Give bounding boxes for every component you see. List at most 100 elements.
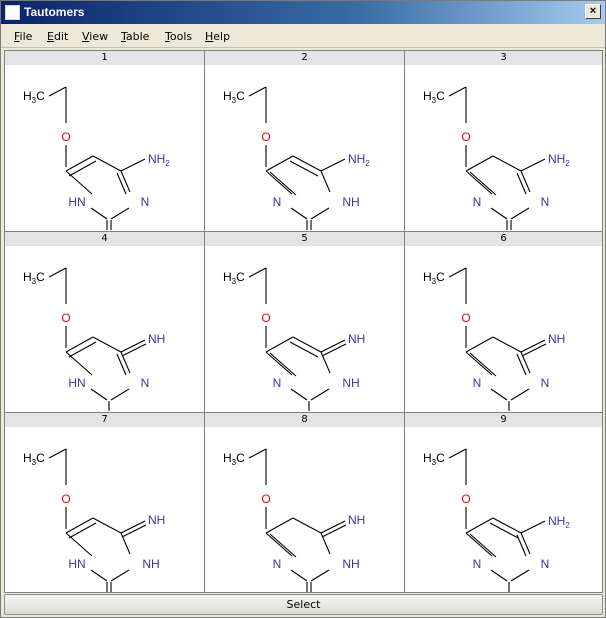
bond-c5-c4 [292, 155, 322, 172]
bond-n1-c6-second [269, 171, 297, 196]
methyl-label: H3C [23, 89, 45, 105]
ring-nitrogen-left: N [473, 376, 482, 390]
amine-label: NH2 [548, 152, 570, 168]
bond-n1-c6-second [269, 352, 297, 377]
bond-n1-c6 [65, 532, 93, 557]
tautomer-cell[interactable]: 6H3CONNNHOH [405, 232, 602, 413]
bond-n1-c6 [65, 170, 93, 195]
bond-c5-c4 [92, 336, 122, 353]
bond-c6-c5 [65, 155, 94, 172]
bond-c2-n1 [290, 207, 308, 220]
methyl-label: H3C [423, 451, 445, 467]
tautomer-cell[interactable]: 5H3CONNHNHOH [205, 232, 405, 413]
bond-c2-n1 [490, 388, 508, 401]
ring-nitrogen-left: N [473, 557, 482, 571]
select-button[interactable]: Select [4, 594, 603, 615]
menu-label-rest: iew [89, 30, 109, 43]
tautomer-structure: H3COHNNNH2O [23, 86, 170, 230]
bond-c6-c5-second [68, 341, 97, 358]
bond-n3-c2 [510, 207, 530, 220]
bond-c4-n3-second [116, 353, 127, 376]
tautomer-structure: H3CONNNHOH [423, 267, 565, 411]
bond-n3-c2 [310, 207, 330, 220]
app-icon [5, 5, 20, 20]
menu-label-rest: ile [19, 30, 33, 43]
ether-oxygen: O [61, 492, 70, 506]
ring-nitrogen-left: HN [68, 557, 85, 571]
menu-item-help[interactable]: Help [205, 30, 230, 43]
ring-nitrogen-left: N [273, 376, 282, 390]
bond-c4-n3-second [116, 172, 127, 195]
menu-item-tools[interactable]: Tools [165, 30, 192, 43]
bond-c4-n3 [520, 170, 531, 193]
bond-c4-n3 [120, 532, 131, 555]
tautomer-cell[interactable]: 9H3CONNNH2OH [405, 413, 602, 592]
methyl-label: H3C [23, 451, 45, 467]
tautomer-cell[interactable]: 4H3COHNNNHOH [5, 232, 205, 413]
bond-c4-n3 [120, 351, 131, 374]
tautomer-cell[interactable]: 1H3COHNNNH2O [5, 51, 205, 232]
methyl-label: H3C [23, 270, 45, 286]
ether-oxygen: O [261, 130, 270, 144]
bond-c6-c5 [465, 336, 494, 353]
tautomer-cell[interactable]: 8H3CONNHNHO [205, 413, 405, 592]
ring-nitrogen-right: NH [342, 195, 359, 209]
bond-c2-n1 [290, 569, 308, 582]
amine-bond [520, 158, 546, 172]
tautomer-structure: H3CONNHNHOH [223, 267, 365, 411]
tautomer-index-header: 7 [5, 413, 204, 427]
tautomer-structure: H3CONNHNHO [223, 448, 365, 592]
ring-nitrogen-left: N [473, 195, 482, 209]
tautomer-cell[interactable]: 7H3COHNNHNHO [5, 413, 205, 592]
menu-item-table[interactable]: Table [121, 30, 149, 43]
bond-c4-n3-second [516, 172, 527, 195]
bond-n1-c6-second [269, 533, 297, 558]
ring-nitrogen-right: N [141, 195, 150, 209]
bond-n1-c6 [65, 351, 93, 376]
amine-label: NH2 [148, 152, 170, 168]
ether-oxygen: O [461, 492, 470, 506]
menu-item-edit[interactable]: Edit [47, 30, 68, 43]
close-button[interactable]: × [585, 4, 601, 19]
bond-c2-n1 [290, 388, 308, 401]
bond-n1-c6 [465, 351, 493, 376]
ring-nitrogen-right: NH [342, 557, 359, 571]
menu-item-file[interactable]: File [14, 30, 32, 43]
menu-bar: File Edit View Table Tools Help [1, 24, 605, 48]
amine-bond [320, 158, 346, 172]
bond-c6-c5 [65, 336, 94, 353]
ethyl-bond-1 [248, 448, 267, 459]
methyl-label: H3C [423, 270, 445, 286]
bond-c6-c5-second [68, 160, 97, 177]
tautomer-cell[interactable]: 3H3CONNNH2O [405, 51, 602, 232]
ring-nitrogen-right: NH [342, 376, 359, 390]
bond-c2-n1 [490, 569, 508, 582]
ring-nitrogen-right: N [541, 557, 550, 571]
bond-n1-c6 [265, 532, 293, 557]
bond-c5-c4-second [489, 522, 519, 539]
ethyl-bond-1 [48, 267, 67, 278]
ring-nitrogen-left: N [273, 557, 282, 571]
bond-c4-n3 [320, 351, 331, 374]
bond-c4-n3 [120, 170, 131, 193]
ring-nitrogen-right: N [141, 376, 150, 390]
amine-bond [120, 158, 146, 172]
bond-n1-c6 [465, 532, 493, 557]
bond-c5-c4-second [289, 160, 319, 177]
ring-nitrogen-right: N [541, 195, 550, 209]
tautomer-structure: H3COHNNNHOH [23, 267, 165, 411]
bond-n3-c2 [310, 388, 330, 401]
menu-item-view[interactable]: View [82, 30, 108, 43]
tautomer-index-header: 5 [205, 232, 404, 246]
tautomer-cell[interactable]: 2H3CONNHNH2O [205, 51, 405, 232]
ethyl-bond-1 [448, 448, 467, 459]
bond-c5-c4 [292, 336, 322, 353]
ethyl-bond-1 [448, 86, 467, 97]
menu-label-rest: elp [213, 30, 231, 43]
imine-label: NH [348, 513, 365, 527]
bond-c4-n3 [320, 170, 331, 193]
title-bar[interactable]: Tautomers × [1, 1, 605, 24]
bond-c5-c4 [292, 517, 322, 534]
amine-label: NH2 [348, 152, 370, 168]
tautomer-index-header: 3 [405, 51, 602, 65]
